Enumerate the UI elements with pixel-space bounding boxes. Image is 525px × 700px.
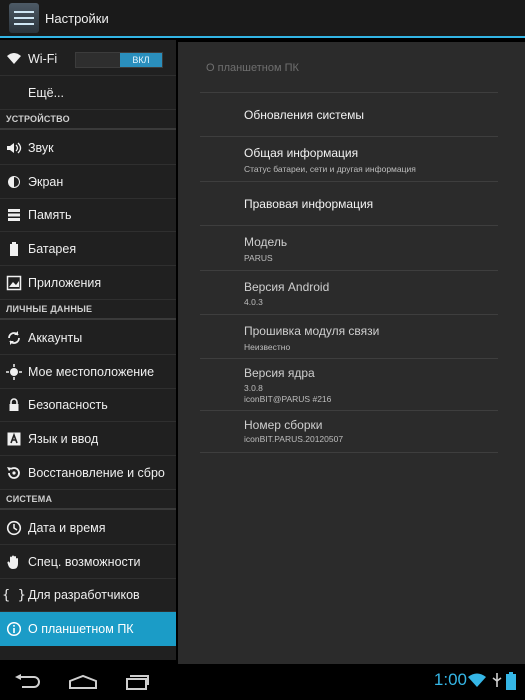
android-version-value: 4.0.3: [244, 297, 263, 307]
baseband-version-value: Неизвестно: [244, 342, 291, 352]
baseband-version-label: Прошивка модуля связи: [244, 324, 380, 338]
page-title: О планшетном ПК: [206, 62, 299, 74]
sidebar-item-developer-options[interactable]: { } Для разработчиков: [0, 579, 176, 612]
sidebar-item-battery[interactable]: Батарея: [0, 232, 176, 266]
braces-icon: { }: [2, 587, 26, 603]
battery-status-icon: [506, 672, 516, 695]
action-bar: Настройки: [0, 0, 525, 38]
info-icon: [0, 621, 28, 637]
status-clock[interactable]: 1:00: [434, 670, 467, 690]
divider: [200, 225, 498, 226]
sidebar-item-accounts[interactable]: Аккаунты: [0, 321, 176, 355]
keyboard-a-icon: [0, 431, 28, 447]
sidebar-item-apps[interactable]: Приложения: [0, 266, 176, 300]
action-bar-title: Настройки: [45, 10, 109, 26]
divider: [200, 270, 498, 271]
brightness-icon: [0, 174, 28, 190]
sidebar-item-storage[interactable]: Память: [0, 199, 176, 232]
battery-icon: [0, 241, 28, 257]
divider: [200, 314, 498, 315]
sync-icon: [0, 330, 28, 346]
sidebar-item-sound[interactable]: Звук: [0, 131, 176, 165]
usb-icon: [490, 672, 504, 693]
status-item[interactable]: Общая информация: [244, 146, 358, 160]
legal-info-item[interactable]: Правовая информация: [244, 197, 373, 211]
recents-icon[interactable]: [124, 674, 150, 690]
section-header-personal: ЛИЧНЫЕ ДАННЫЕ: [0, 300, 176, 320]
location-icon: [0, 363, 28, 380]
divider: [200, 358, 498, 359]
back-icon[interactable]: [14, 674, 42, 690]
sidebar-item-wifi[interactable]: Wi-Fi ВКЛ: [0, 42, 176, 76]
section-header-device: УСТРОЙСТВО: [0, 110, 176, 130]
wifi-signal-icon: [468, 672, 486, 693]
settings-app-icon[interactable]: [9, 3, 39, 33]
hand-icon: [0, 554, 28, 570]
model-label: Модель: [244, 235, 288, 249]
clock-icon: [0, 520, 28, 536]
kernel-version-label: Версия ядра: [244, 366, 315, 380]
divider: [200, 136, 498, 137]
android-version-label[interactable]: Версия Android: [244, 280, 329, 294]
kernel-build-host: iconBIT@PARUS #216: [244, 394, 332, 404]
home-icon[interactable]: [68, 674, 98, 690]
sidebar-item-security[interactable]: Безопасность: [0, 389, 176, 422]
build-number-value: iconBIT.PARUS.20120507: [244, 434, 344, 444]
status-item-subtitle: Статус батареи, сети и другая информация: [244, 164, 416, 174]
divider: [200, 410, 498, 411]
sidebar-item-backup-reset[interactable]: Восстановление и сбро: [0, 456, 176, 490]
divider: [200, 92, 498, 93]
build-number-label[interactable]: Номер сборки: [244, 418, 322, 432]
sidebar-item-accessibility[interactable]: Спец. возможности: [0, 545, 176, 579]
model-value: PARUS: [244, 253, 273, 263]
sidebar-item-more[interactable]: Ещё...: [0, 76, 176, 110]
wifi-icon: [0, 51, 28, 67]
backup-restore-icon: [0, 465, 28, 481]
storage-icon: [0, 207, 28, 223]
apps-icon: [0, 275, 28, 291]
section-header-system: СИСТЕМА: [0, 490, 176, 510]
system-updates-item[interactable]: Обновления системы: [244, 108, 364, 122]
wifi-toggle[interactable]: ВКЛ: [75, 52, 163, 68]
sidebar-item-date-time[interactable]: Дата и время: [0, 511, 176, 545]
volume-icon: [0, 140, 28, 156]
sidebar-item-display[interactable]: Экран: [0, 165, 176, 199]
divider: [200, 452, 498, 453]
lock-icon: [0, 397, 28, 413]
sidebar-item-language[interactable]: Язык и ввод: [0, 422, 176, 456]
sidebar-item-about-tablet[interactable]: О планшетном ПК: [0, 612, 176, 646]
kernel-version-value: 3.0.8: [244, 383, 263, 393]
divider: [200, 181, 498, 182]
sidebar-item-location[interactable]: Мое местоположение: [0, 355, 176, 389]
